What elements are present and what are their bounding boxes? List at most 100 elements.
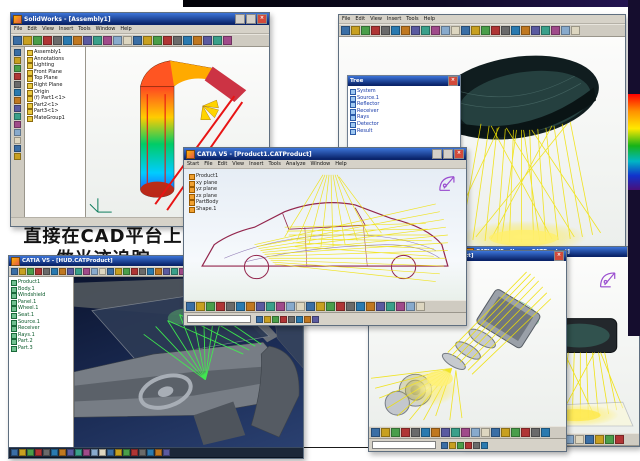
toolbar-icon[interactable] (406, 302, 415, 311)
toolbar-icon[interactable] (391, 428, 400, 437)
toolbar-icon[interactable] (521, 428, 530, 437)
toolbar-icon[interactable] (306, 302, 315, 311)
toolbar-icon[interactable] (115, 268, 122, 275)
tree-item[interactable]: Receiver (10, 325, 72, 332)
compass-icon[interactable] (601, 273, 615, 287)
toolbar-icon[interactable] (286, 302, 295, 311)
close-button[interactable] (257, 14, 267, 24)
toolbar-icon[interactable] (14, 129, 21, 136)
toolbar-icon[interactable] (14, 49, 21, 56)
toolbar-icon[interactable] (465, 442, 472, 449)
tree-item[interactable]: Body.1 (10, 286, 72, 293)
toolbar-icon[interactable] (351, 26, 360, 35)
menu-item[interactable]: Help (424, 16, 435, 22)
toolbar-icon[interactable] (107, 268, 114, 275)
command-input[interactable] (372, 441, 436, 449)
toolbar-icon[interactable] (246, 302, 255, 311)
menu-item[interactable]: Tools (78, 26, 90, 32)
toolbar-icon[interactable] (615, 435, 624, 444)
toolbar-icon[interactable] (83, 268, 90, 275)
toolbar-icon[interactable] (356, 302, 365, 311)
toolbar-icon[interactable] (43, 36, 52, 45)
toolbar-icon[interactable] (35, 268, 42, 275)
menu-item[interactable]: File (204, 161, 212, 167)
toolbar-icon[interactable] (13, 36, 22, 45)
toolbar-icon[interactable] (501, 26, 510, 35)
toolbar-icon[interactable] (401, 26, 410, 35)
toolbar-icon[interactable] (147, 268, 154, 275)
toolbar-icon[interactable] (19, 449, 26, 456)
toolbar-icon[interactable] (381, 26, 390, 35)
toolbar-icon[interactable] (153, 36, 162, 45)
tree-item[interactable]: Windshield (10, 292, 72, 299)
toolbar-icon[interactable] (326, 302, 335, 311)
toolbar-icon[interactable] (571, 26, 580, 35)
tree-item[interactable]: Annotations (26, 56, 84, 63)
toolbar-icon[interactable] (541, 26, 550, 35)
tree-item[interactable]: Part3<1> (26, 108, 84, 115)
toolbar-icon[interactable] (75, 449, 82, 456)
toolbar-icon[interactable] (511, 428, 520, 437)
toolbar-icon[interactable] (139, 268, 146, 275)
toolbar-icon[interactable] (381, 428, 390, 437)
toolbar-icon[interactable] (421, 428, 430, 437)
toolbar-icon[interactable] (14, 113, 21, 120)
toolbar-icon[interactable] (14, 57, 21, 64)
menu-item[interactable]: View (370, 16, 382, 22)
minimize-button[interactable] (432, 149, 442, 159)
toolbar-icon[interactable] (14, 89, 21, 96)
toolbar-icon[interactable] (501, 428, 510, 437)
tree-item[interactable]: Part.2 (10, 338, 72, 345)
toolbar-icon[interactable] (461, 428, 470, 437)
toolbar-icon[interactable] (123, 36, 132, 45)
compass-icon[interactable] (440, 177, 454, 191)
toolbar-icon[interactable] (595, 435, 604, 444)
toolbar-icon[interactable] (14, 73, 21, 80)
tree-item[interactable]: Rays (349, 114, 459, 121)
toolbar-icon[interactable] (316, 302, 325, 311)
tree-item[interactable]: (f) Part1<1> (26, 95, 84, 102)
tree-item[interactable]: Result (349, 128, 459, 135)
toolbar-icon[interactable] (14, 105, 21, 112)
tree-item[interactable]: Detector (349, 121, 459, 128)
tree-item[interactable]: Front Plane (26, 69, 84, 76)
toolbar-icon[interactable] (171, 268, 178, 275)
menu-item[interactable]: View (232, 161, 244, 167)
toolbar-icon[interactable] (236, 302, 245, 311)
tree-item[interactable]: Product1 (10, 279, 72, 286)
menu-item[interactable]: Edit (218, 161, 228, 167)
toolbar-icon[interactable] (14, 97, 21, 104)
toolbar-icon[interactable] (216, 302, 225, 311)
toolbar-icon[interactable] (511, 26, 520, 35)
toolbar-icon[interactable] (256, 316, 263, 323)
tree-item[interactable]: Lighting (26, 62, 84, 69)
tree-item[interactable]: Receiver (349, 108, 459, 115)
toolbar-icon[interactable] (401, 428, 410, 437)
menu-item[interactable]: Help (120, 26, 131, 32)
menu-item[interactable]: Insert (387, 16, 401, 22)
toolbar-icon[interactable] (449, 442, 456, 449)
tree-item[interactable]: MateGroup1 (26, 115, 84, 122)
toolbar-icon[interactable] (421, 26, 430, 35)
catia-titlebar[interactable]: CATIA V5 - [Product1.CATProduct] (184, 148, 466, 160)
toolbar-icon[interactable] (155, 268, 162, 275)
toolbar-icon[interactable] (451, 26, 460, 35)
toolbar-icon[interactable] (43, 449, 50, 456)
toolbar-icon[interactable] (396, 302, 405, 311)
toolbar-icon[interactable] (91, 268, 98, 275)
toolbar-icon[interactable] (19, 268, 26, 275)
tree-item[interactable]: System (349, 88, 459, 95)
toolbar-icon[interactable] (83, 36, 92, 45)
toolbar-icon[interactable] (366, 302, 375, 311)
toolbar-icon[interactable] (361, 26, 370, 35)
toolbar-icon[interactable] (346, 302, 355, 311)
toolbar-icon[interactable] (123, 449, 130, 456)
toolbar-icon[interactable] (336, 302, 345, 311)
toolbar-icon[interactable] (103, 36, 112, 45)
toolbar-icon[interactable] (43, 268, 50, 275)
toolbar-icon[interactable] (186, 302, 195, 311)
toolbar-icon[interactable] (471, 26, 480, 35)
tree-item[interactable]: Origin (26, 89, 84, 96)
tree-item[interactable]: Part2<1> (26, 102, 84, 109)
solidworks-titlebar[interactable]: SolidWorks - [Assembly1] (11, 13, 269, 25)
